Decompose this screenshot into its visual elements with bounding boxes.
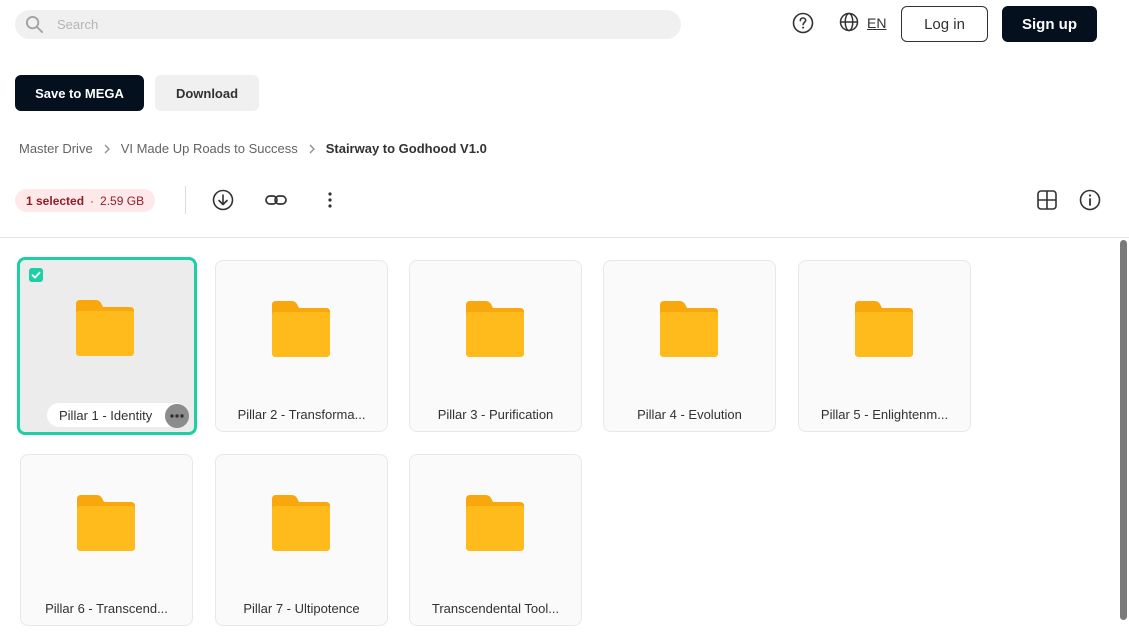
- file-tile[interactable]: Pillar 1 - Identity: [17, 257, 197, 435]
- scrollbar[interactable]: [1120, 240, 1127, 620]
- search-icon: [25, 15, 44, 34]
- folder-icon: [466, 495, 524, 551]
- selection-badge: 1 selected · 2.59 GB: [15, 189, 156, 212]
- toolbar-divider: [185, 186, 186, 214]
- file-tile[interactable]: Pillar 2 - Transforma...: [215, 260, 388, 432]
- folder-icon: [272, 301, 330, 357]
- selection-count: 1 selected: [26, 193, 85, 208]
- folder-icon: [855, 301, 913, 357]
- more-vertical-icon[interactable]: [318, 188, 342, 212]
- info-icon[interactable]: [1078, 188, 1102, 212]
- folder-icon: [660, 301, 718, 357]
- checkbox-checked-icon[interactable]: [29, 268, 43, 282]
- folder-icon: [272, 495, 330, 551]
- file-tile[interactable]: Pillar 7 - Ultipotence: [215, 454, 388, 626]
- folder-icon: [77, 495, 135, 551]
- file-name: Pillar 4 - Evolution: [637, 407, 742, 422]
- breadcrumb-current: Stairway to Godhood V1.0: [325, 141, 487, 156]
- help-icon[interactable]: [792, 12, 814, 34]
- signup-button[interactable]: Sign up: [1002, 6, 1097, 42]
- folder-icon: [466, 301, 524, 357]
- breadcrumb-item-roads[interactable]: VI Made Up Roads to Success: [121, 141, 298, 156]
- file-tile[interactable]: Pillar 3 - Purification: [409, 260, 582, 432]
- selection-size: 2.59 GB: [100, 193, 145, 208]
- more-horizontal-icon[interactable]: [165, 404, 189, 428]
- file-tile[interactable]: Pillar 6 - Transcend...: [20, 454, 193, 626]
- breadcrumb-item-master-drive[interactable]: Master Drive: [19, 141, 93, 156]
- separator-dot: ·: [90, 193, 95, 208]
- language-selector[interactable]: EN: [867, 15, 886, 31]
- file-name: Transcendental Tool...: [431, 601, 560, 616]
- grid-view-icon[interactable]: [1035, 188, 1059, 212]
- link-icon[interactable]: [264, 188, 288, 212]
- search-bar[interactable]: [15, 10, 681, 39]
- chevron-right-icon: [104, 144, 110, 153]
- globe-icon[interactable]: [839, 12, 859, 32]
- file-tile[interactable]: Pillar 4 - Evolution: [603, 260, 776, 432]
- file-name: Pillar 2 - Transforma...: [237, 407, 366, 422]
- file-tile[interactable]: Transcendental Tool...: [409, 454, 582, 626]
- download-button[interactable]: Download: [155, 75, 259, 111]
- breadcrumb: Master Drive VI Made Up Roads to Success…: [19, 141, 487, 156]
- file-tile[interactable]: Pillar 5 - Enlightenm...: [798, 260, 971, 432]
- chevron-right-icon: [309, 144, 315, 153]
- login-button[interactable]: Log in: [901, 6, 988, 42]
- file-name: Pillar 3 - Purification: [437, 407, 554, 422]
- content-divider: [0, 237, 1129, 238]
- file-name: Pillar 7 - Ultipotence: [243, 601, 360, 616]
- top-bar: EN Log in Sign up: [0, 0, 1129, 48]
- file-name-label: Pillar 1 - Identity: [59, 407, 153, 423]
- save-to-mega-button[interactable]: Save to MEGA: [15, 75, 144, 111]
- download-circle-icon[interactable]: [211, 188, 235, 212]
- file-name: Pillar 5 - Enlightenm...: [820, 407, 949, 422]
- file-name: Pillar 6 - Transcend...: [45, 601, 168, 616]
- folder-icon: [76, 300, 134, 356]
- search-input[interactable]: [57, 10, 657, 39]
